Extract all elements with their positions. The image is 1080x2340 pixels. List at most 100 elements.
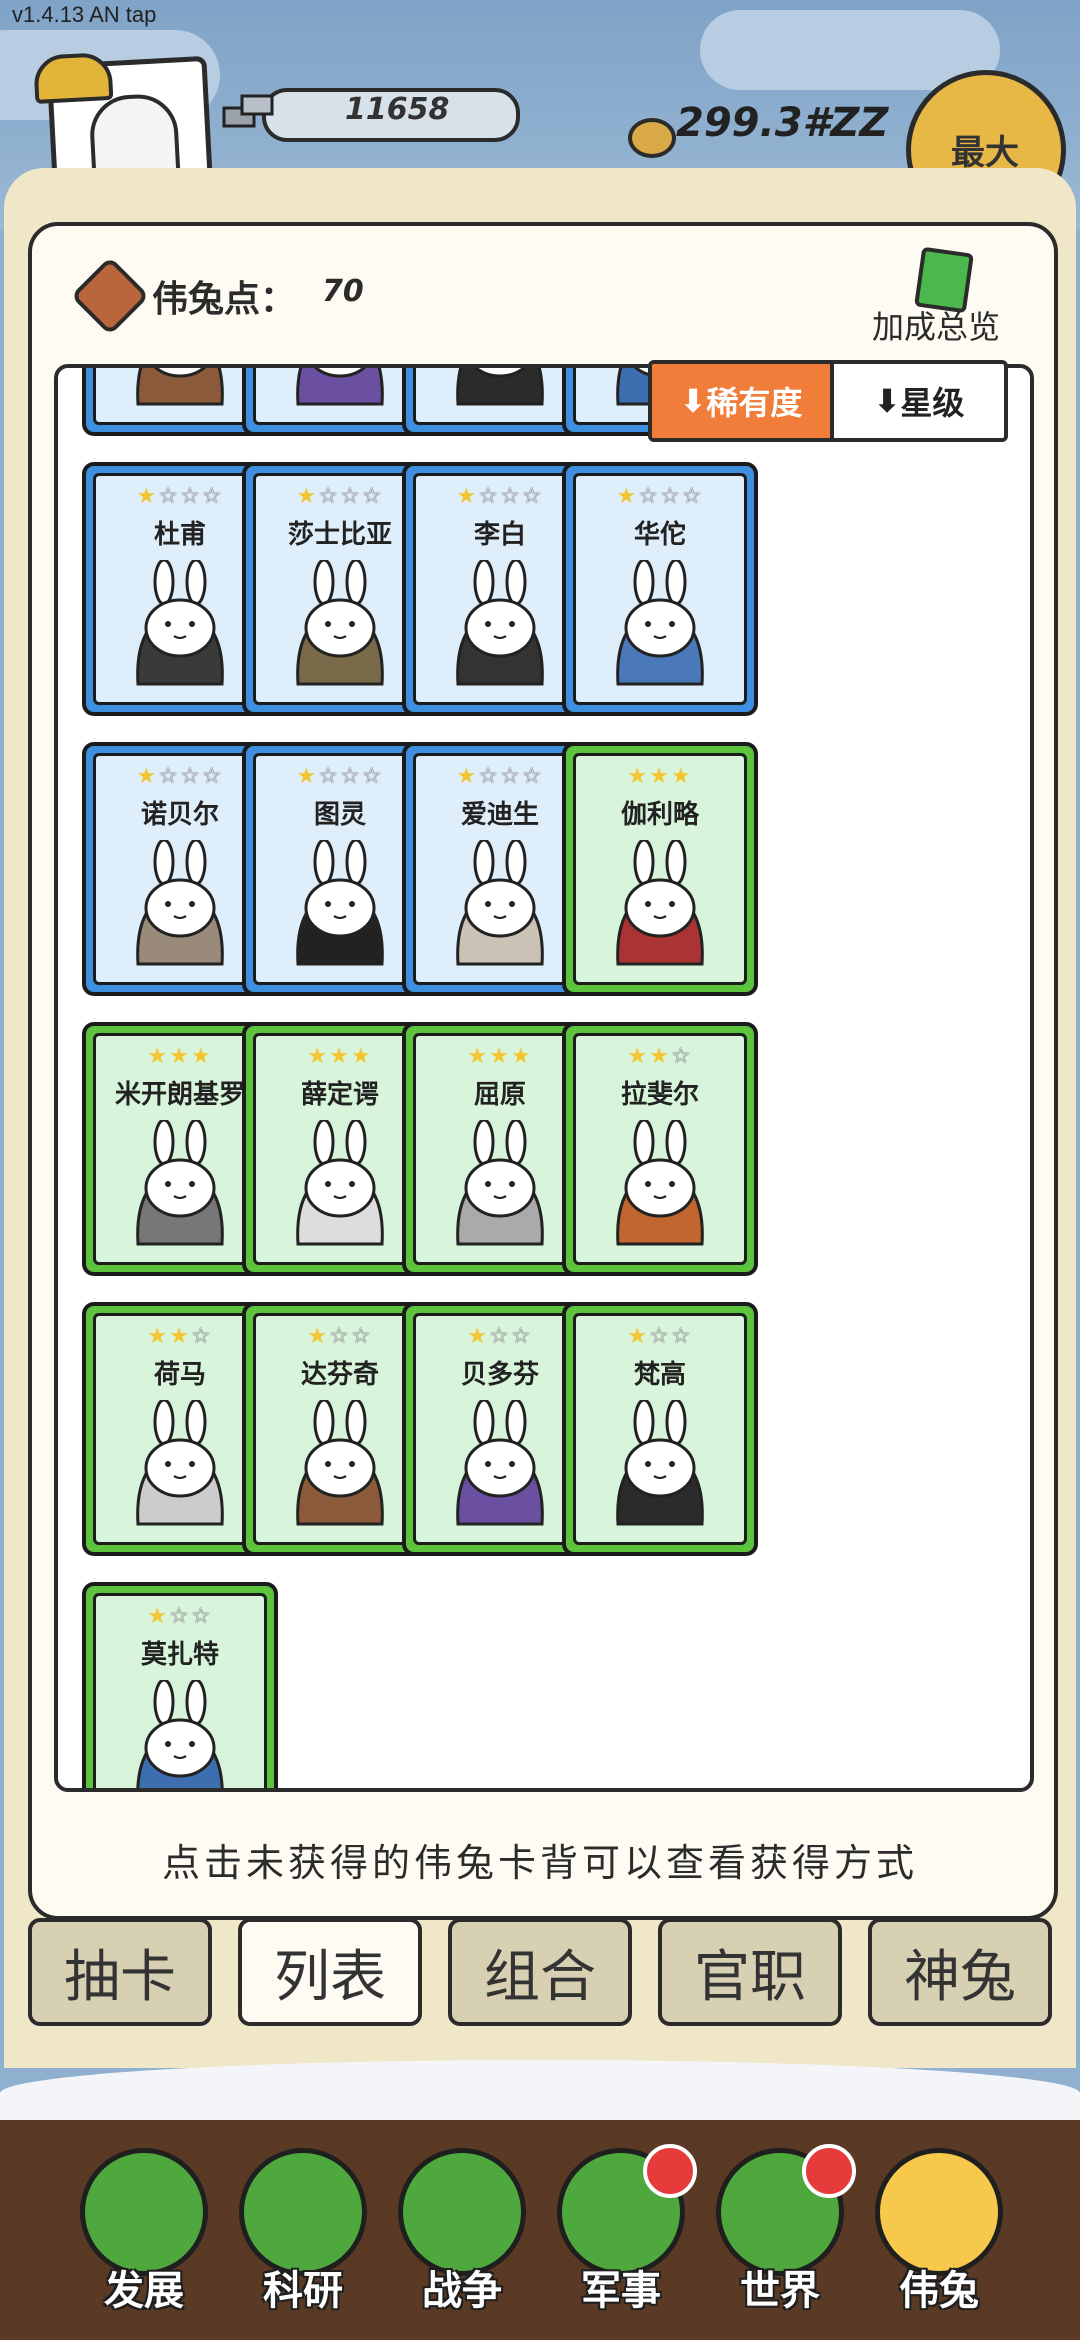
star-icon: ☆	[500, 484, 522, 509]
tab-4[interactable]: 神兔	[868, 1918, 1052, 2026]
star-icon: ☆	[681, 484, 704, 509]
nav-label: 发展	[104, 2268, 184, 2314]
card-face: ★☆☆☆ 杜甫	[93, 473, 267, 705]
star-rating: ★☆☆☆	[416, 766, 584, 788]
tab-3[interactable]: 官职	[658, 1918, 842, 2026]
arrow-down-icon: ⬇	[679, 382, 707, 420]
star-icon: ★	[147, 1044, 170, 1069]
rabbit-card[interactable]: ★☆☆ 莫扎特	[82, 1582, 278, 1788]
star-icon: ☆	[361, 484, 384, 509]
nav-label: 伟兔	[899, 2268, 979, 2314]
bonus-overview-button[interactable]: 加成总览	[872, 302, 1000, 348]
card-face: ★★★ 屈原	[413, 1033, 587, 1265]
card-face: ★☆☆ 贝多芬	[413, 1313, 587, 1545]
nav-item-4[interactable]: 世界	[712, 2144, 856, 2314]
card-name: 杜甫	[153, 520, 206, 550]
hint-text: 点击未获得的伟兔卡背可以查看获得方式	[161, 1841, 918, 1885]
bunny-character-icon	[136, 1120, 224, 1246]
points-label: 伟兔点：	[152, 279, 297, 320]
star-icon: ☆	[510, 1324, 533, 1349]
rabbit-card[interactable]: ★☆☆ 梵高	[562, 1302, 758, 1556]
card-name: 薛定谔	[300, 1080, 379, 1110]
star-rating: ★☆☆	[576, 1326, 744, 1348]
star-icon: ☆	[478, 484, 500, 509]
star-icon: ★	[670, 764, 693, 789]
star-icon: ★	[456, 764, 479, 789]
star-icon: ☆	[329, 1324, 351, 1349]
nav-label: 战争	[422, 2268, 502, 2314]
star-rating: ★☆☆☆	[96, 486, 264, 508]
tab-2[interactable]: 组合	[448, 1918, 632, 2026]
axe-icon	[80, 2148, 208, 2276]
nav-item-1[interactable]: 科研	[235, 2148, 371, 2314]
bunny-character-icon	[456, 1400, 544, 1526]
card-face	[413, 368, 587, 425]
card-face: ★☆☆☆ 爱迪生	[413, 753, 587, 985]
notification-dot	[802, 2144, 856, 2198]
bunny-character-icon	[136, 840, 224, 966]
star-icon: ★	[627, 764, 650, 789]
star-icon: ★	[649, 1044, 671, 1069]
star-rating: ★☆☆☆	[256, 486, 424, 508]
silver-value: 11658	[345, 92, 450, 127]
star-icon: ☆	[318, 484, 340, 509]
nav-label: 科研	[263, 2268, 343, 2314]
gold-value: 299.3#ZZ	[676, 100, 889, 146]
star-icon: ☆	[649, 1324, 671, 1349]
tab-1[interactable]: 列表	[238, 1918, 422, 2026]
rabbit-card[interactable]: ★★☆ 拉斐尔	[562, 1022, 758, 1276]
card-face: ★☆☆ 莫扎特	[93, 1593, 267, 1788]
card-face: ★☆☆☆ 李白	[413, 473, 587, 705]
card-name: 荷马	[153, 1360, 206, 1390]
card-face: ★☆☆ 达芬奇	[253, 1313, 427, 1545]
bunny-character-icon	[616, 1400, 704, 1526]
star-icon: ☆	[521, 484, 544, 509]
star-rating: ★☆☆	[96, 1606, 264, 1628]
silver-bars-icon	[222, 94, 274, 128]
star-icon: ☆	[350, 1324, 373, 1349]
nav-item-0[interactable]: 发展	[76, 2148, 212, 2314]
sort-by-star-button[interactable]: ⬇ 星级	[830, 364, 1004, 438]
star-rating: ★☆☆	[256, 1326, 424, 1348]
rabbit-card[interactable]: ★☆☆☆ 华佗	[562, 462, 758, 716]
nav-item-5[interactable]: 伟兔	[871, 2148, 1007, 2314]
card-face: ★★★ 米开朗基罗	[93, 1033, 267, 1265]
star-icon: ★	[307, 1044, 330, 1069]
sort-by-rarity-button[interactable]: ⬇ 稀有度	[652, 364, 830, 438]
star-icon: ☆	[158, 764, 180, 789]
card-face: ★★☆ 拉斐尔	[573, 1033, 747, 1265]
bunny-character-icon	[136, 1680, 224, 1788]
star-icon: ☆	[660, 484, 682, 509]
bunny-portrait-icon	[875, 2148, 1003, 2276]
star-rating: ★★★	[256, 1046, 424, 1068]
star-rating: ★★★	[576, 766, 744, 788]
card-face: ★★★ 薛定谔	[253, 1033, 427, 1265]
bunny-character-icon	[616, 840, 704, 966]
star-icon: ☆	[180, 484, 202, 509]
star-icon: ☆	[670, 1324, 693, 1349]
star-icon: ★	[136, 764, 159, 789]
rabbit-card[interactable]: ★★★ 伽利略	[562, 742, 758, 996]
card-name: 米开朗基罗	[114, 1080, 245, 1110]
star-icon: ☆	[670, 1044, 693, 1069]
nav-label: 世界	[740, 2268, 820, 2314]
card-list[interactable]: ★☆☆☆ 杜甫 ★☆☆☆ 莎士比亚 ★☆☆☆ 李白 ★☆☆☆ 华佗 ★☆☆☆ 诺贝尔 ★☆☆☆ 图灵 ★…	[54, 364, 1034, 1792]
sort-controls: ⬇ 稀有度 ⬇ 星级	[648, 360, 1008, 442]
star-icon: ☆	[340, 484, 362, 509]
card-face: ★☆☆ 梵高	[573, 1313, 747, 1545]
nav-item-3[interactable]: 军事	[553, 2144, 697, 2314]
bunny-character-icon	[456, 840, 544, 966]
star-rating: ★★☆	[96, 1326, 264, 1348]
star-rating: ★★★	[96, 1046, 264, 1068]
flask-icon	[239, 2148, 367, 2276]
star-icon: ★	[350, 1044, 373, 1069]
nav-item-2[interactable]: 战争	[394, 2148, 530, 2314]
star-icon: ★	[510, 1044, 533, 1069]
tab-0[interactable]: 抽卡	[28, 1918, 212, 2026]
star-icon: ★	[296, 484, 319, 509]
star-icon: ☆	[521, 764, 544, 789]
star-icon: ☆	[169, 1604, 191, 1629]
bunny-character-icon	[136, 1400, 224, 1526]
star-icon: ☆	[201, 764, 224, 789]
star-icon: ☆	[361, 764, 384, 789]
